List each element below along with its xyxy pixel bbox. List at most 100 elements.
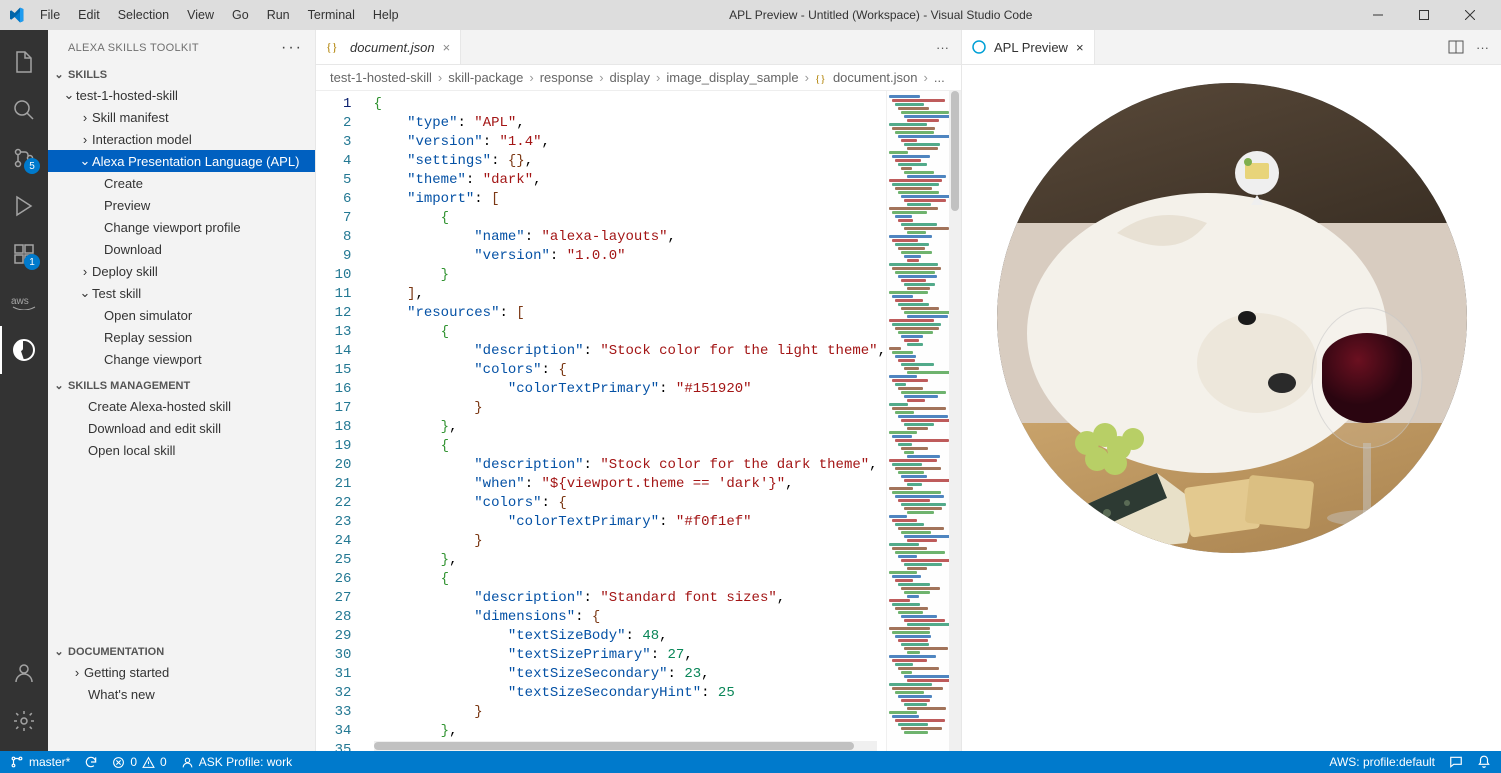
crumb[interactable]: ... xyxy=(934,70,945,85)
menu-edit[interactable]: Edit xyxy=(70,4,108,26)
tree-create-hosted[interactable]: Create Alexa-hosted skill xyxy=(48,395,315,417)
section-documentation[interactable]: ⌄DOCUMENTATION xyxy=(48,642,315,661)
chevron-right-icon: › xyxy=(78,110,92,125)
activity-settings-icon[interactable] xyxy=(0,697,48,745)
close-icon[interactable]: × xyxy=(443,40,451,55)
menu-file[interactable]: File xyxy=(32,4,68,26)
chevron-down-icon: ⌄ xyxy=(52,645,66,658)
status-feedback-icon[interactable] xyxy=(1449,755,1463,769)
tree-interaction-model[interactable]: ›Interaction model xyxy=(48,128,315,150)
activity-accounts-icon[interactable] xyxy=(0,649,48,697)
tree-skill[interactable]: ⌄test-1-hosted-skill xyxy=(48,84,315,106)
menu-run[interactable]: Run xyxy=(259,4,298,26)
chevron-down-icon: ⌄ xyxy=(62,87,76,103)
tree-apl-preview[interactable]: Preview xyxy=(48,194,315,216)
tree-apl-create[interactable]: Create xyxy=(48,172,315,194)
vertical-scrollbar[interactable] xyxy=(949,91,961,751)
minimize-button[interactable] xyxy=(1355,0,1401,30)
editor-tab-document-json[interactable]: {} document.json × xyxy=(316,30,461,64)
activity-alexa-icon[interactable] xyxy=(0,326,48,374)
crumb[interactable]: response xyxy=(540,70,593,85)
status-ask-profile[interactable]: ASK Profile: work xyxy=(181,755,292,769)
apl-preview-body xyxy=(962,65,1501,751)
status-problems[interactable]: 0 0 xyxy=(112,755,166,769)
status-sync[interactable] xyxy=(84,755,98,769)
svg-text:{}: {} xyxy=(815,73,826,85)
editor-tabs: {} document.json × ··· xyxy=(316,30,961,65)
sidebar-more-icon[interactable]: ··· xyxy=(281,39,303,57)
menu-selection[interactable]: Selection xyxy=(110,4,177,26)
section-skills-management[interactable]: ⌄SKILLS MANAGEMENT xyxy=(48,376,315,395)
tree-apl[interactable]: ⌄Alexa Presentation Language (APL) xyxy=(48,150,315,172)
menu-help[interactable]: Help xyxy=(365,4,407,26)
tree-replay-session[interactable]: Replay session xyxy=(48,326,315,348)
tree-open-local[interactable]: Open local skill xyxy=(48,439,315,461)
scrollbar-thumb[interactable] xyxy=(951,91,959,211)
tree-apl-change-viewport-profile[interactable]: Change viewport profile xyxy=(48,216,315,238)
activity-run-icon[interactable] xyxy=(0,182,48,230)
menu-go[interactable]: Go xyxy=(224,4,257,26)
crumb[interactable]: test-1-hosted-skill xyxy=(330,70,432,85)
tree-deploy-skill[interactable]: ›Deploy skill xyxy=(48,260,315,282)
split-editor-icon[interactable] xyxy=(1448,39,1464,55)
title-bar: File Edit Selection View Go Run Terminal… xyxy=(0,0,1501,30)
chevron-down-icon: ⌄ xyxy=(52,379,66,392)
crumb[interactable]: skill-package xyxy=(448,70,523,85)
status-branch[interactable]: master* xyxy=(10,755,70,769)
status-aws-profile[interactable]: AWS: profile:default xyxy=(1329,755,1435,769)
editor-more-icon[interactable]: ··· xyxy=(936,40,949,55)
status-bar: master* 0 0 ASK Profile: work AWS: profi… xyxy=(0,751,1501,773)
crumb[interactable]: image_display_sample xyxy=(666,70,798,85)
scm-badge: 5 xyxy=(24,158,40,174)
warning-icon xyxy=(142,756,155,769)
sidebar-title: ALEXA SKILLS TOOLKIT ··· xyxy=(48,30,315,65)
activity-search-icon[interactable] xyxy=(0,86,48,134)
tree-change-viewport[interactable]: Change viewport xyxy=(48,348,315,370)
menu-bar: File Edit Selection View Go Run Terminal… xyxy=(32,4,407,26)
editor-area: {} document.json × ··· test-1-hosted-ski… xyxy=(316,30,961,751)
close-icon[interactable]: × xyxy=(1076,40,1084,55)
horizontal-scrollbar[interactable] xyxy=(374,741,877,751)
breadcrumbs[interactable]: test-1-hosted-skill› skill-package› resp… xyxy=(316,65,961,91)
menu-terminal[interactable]: Terminal xyxy=(300,4,363,26)
tree-getting-started[interactable]: ›Getting started xyxy=(48,661,315,683)
tree-download-edit[interactable]: Download and edit skill xyxy=(48,417,315,439)
preview-tab-apl[interactable]: APL Preview × xyxy=(962,30,1095,64)
svg-text:{}: {} xyxy=(326,40,338,54)
chevron-right-icon: › xyxy=(78,132,92,147)
apl-round-viewport xyxy=(997,83,1467,553)
code-content[interactable]: { "type": "APL", "version": "1.4", "sett… xyxy=(369,91,886,751)
menu-view[interactable]: View xyxy=(179,4,222,26)
activity-explorer-icon[interactable] xyxy=(0,38,48,86)
vscode-icon xyxy=(8,7,24,23)
tree-test-skill[interactable]: ⌄Test skill xyxy=(48,282,315,304)
json-icon: {} xyxy=(326,39,342,55)
tree-skill-manifest[interactable]: ›Skill manifest xyxy=(48,106,315,128)
tree-whats-new[interactable]: What's new xyxy=(48,683,315,705)
window-title: APL Preview - Untitled (Workspace) - Vis… xyxy=(407,8,1355,22)
tree-open-simulator[interactable]: Open simulator xyxy=(48,304,315,326)
activity-scm-icon[interactable]: 5 xyxy=(0,134,48,182)
section-skills[interactable]: ⌄SKILLS xyxy=(48,65,315,84)
sync-icon xyxy=(84,755,98,769)
activity-extensions-icon[interactable]: 1 xyxy=(0,230,48,278)
sidebar: ALEXA SKILLS TOOLKIT ··· ⌄SKILLS ⌄test-1… xyxy=(48,30,316,751)
crumb[interactable]: {} document.json xyxy=(815,70,918,85)
activity-aws-icon[interactable]: aws xyxy=(0,278,48,326)
close-button[interactable] xyxy=(1447,0,1493,30)
git-branch-icon xyxy=(10,755,24,769)
svg-text:aws: aws xyxy=(11,296,29,307)
window-controls xyxy=(1355,0,1493,30)
preview-more-icon[interactable]: ··· xyxy=(1476,40,1489,55)
chevron-right-icon: › xyxy=(438,70,442,85)
scrollbar-thumb[interactable] xyxy=(374,742,854,750)
tree-apl-download[interactable]: Download xyxy=(48,238,315,260)
code-editor[interactable]: 1234567891011121314151617181920212223242… xyxy=(316,91,961,751)
status-bell-icon[interactable] xyxy=(1477,755,1491,769)
error-icon xyxy=(112,756,125,769)
crumb[interactable]: display xyxy=(610,70,650,85)
maximize-button[interactable] xyxy=(1401,0,1447,30)
chevron-down-icon: ⌄ xyxy=(78,285,92,301)
minimap[interactable] xyxy=(886,91,949,751)
chevron-down-icon: ⌄ xyxy=(52,68,66,81)
